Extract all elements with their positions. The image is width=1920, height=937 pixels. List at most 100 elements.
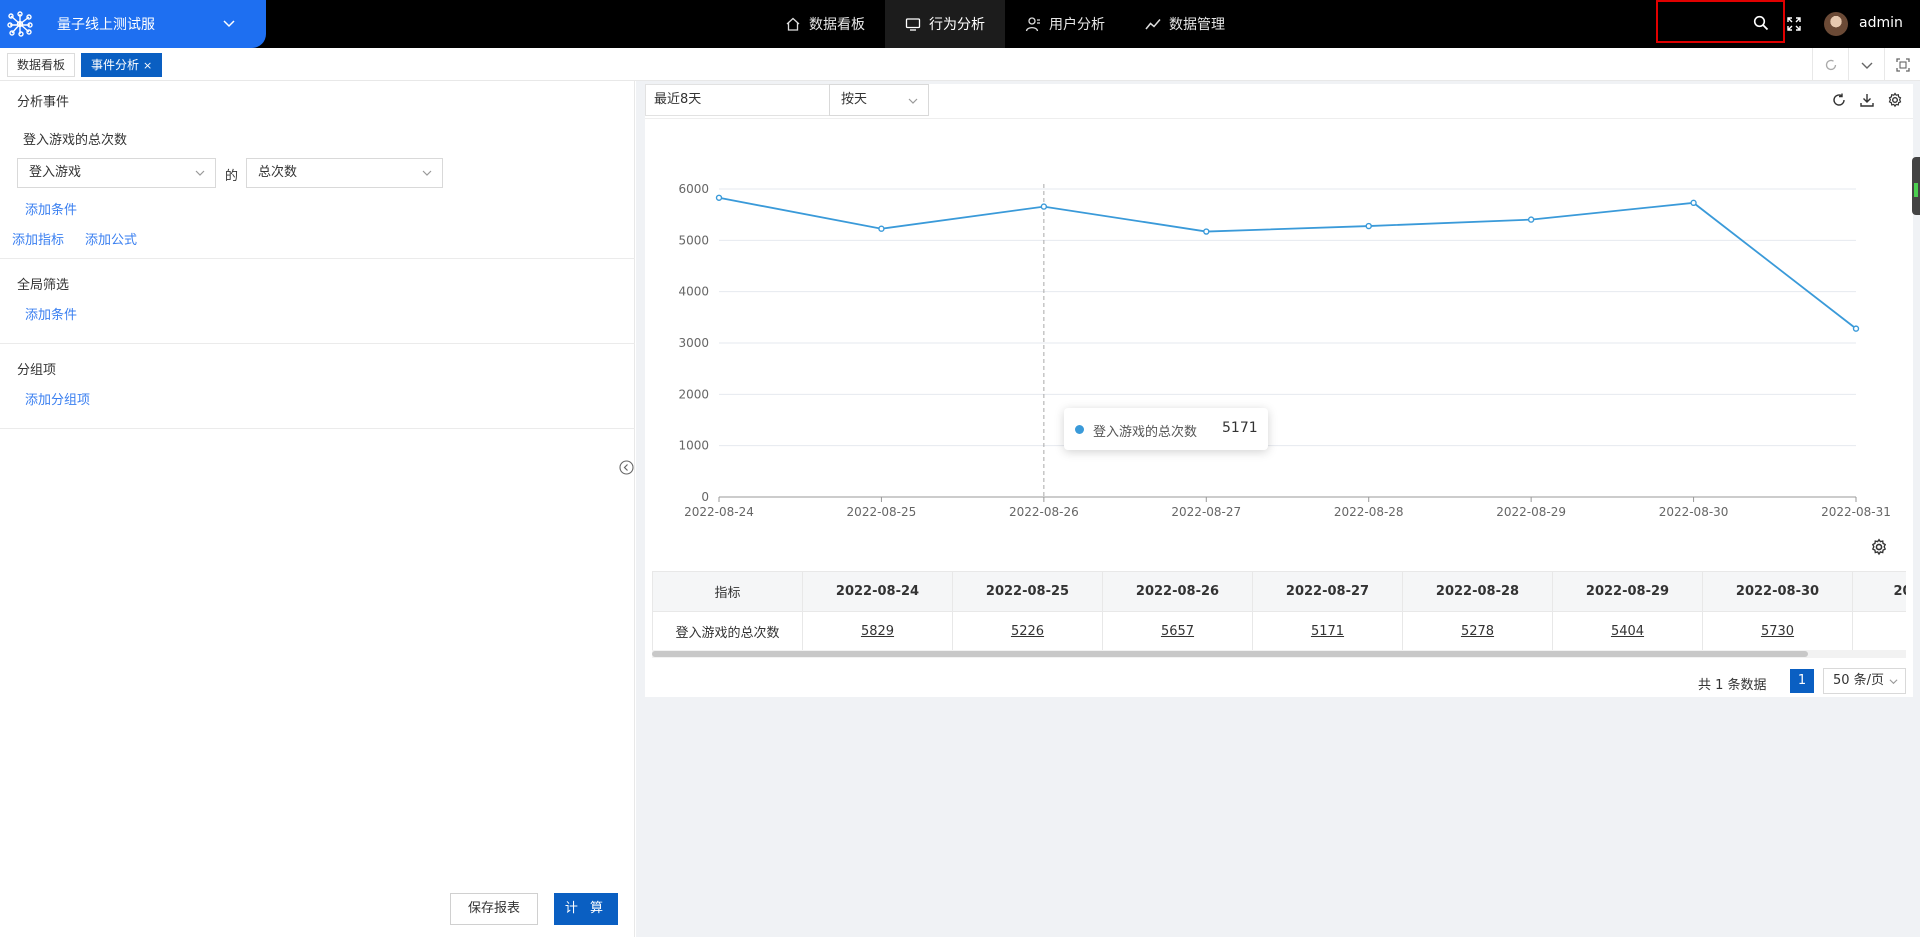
global-add-condition-link[interactable]: 添加条件 bbox=[25, 304, 77, 323]
table-header-date: 2022-08-30 bbox=[1702, 571, 1853, 612]
nav-behavior-analysis[interactable]: 行为分析 bbox=[885, 0, 1005, 48]
y-tick-label: 6000 bbox=[678, 182, 709, 196]
expand-icon bbox=[1895, 57, 1910, 72]
nav-user-analysis[interactable]: 用户分析 bbox=[1005, 0, 1125, 48]
tab-menu-button[interactable] bbox=[1848, 48, 1884, 81]
settings-icon[interactable] bbox=[1887, 92, 1903, 108]
granularity-select[interactable]: 按天 bbox=[829, 84, 929, 116]
data-point bbox=[1527, 216, 1535, 223]
y-tick-label: 3000 bbox=[678, 336, 709, 350]
x-tick-label: 2022-08-27 bbox=[1171, 505, 1241, 519]
x-tick-label: 2022-08-30 bbox=[1659, 505, 1729, 519]
series-line bbox=[718, 196, 1857, 330]
table-cell-link[interactable]: 5278 bbox=[1461, 624, 1494, 639]
table-settings-icon[interactable] bbox=[1870, 538, 1888, 556]
user-name[interactable]: admin bbox=[1859, 15, 1903, 31]
tab-close-icon[interactable]: × bbox=[143, 59, 152, 72]
table-cell-link[interactable]: 5404 bbox=[1611, 624, 1644, 639]
maximize-button[interactable] bbox=[1884, 48, 1920, 81]
table-cell: 5171 bbox=[1252, 611, 1403, 651]
table-header-row: 指标 2022-08-24 2022-08-25 2022-08-26 2022… bbox=[652, 571, 1906, 612]
home-icon bbox=[786, 17, 800, 31]
collapse-panel-icon[interactable] bbox=[619, 460, 634, 475]
refresh-icon bbox=[1825, 59, 1836, 70]
chevron-down-icon[interactable] bbox=[222, 16, 236, 30]
result-area: 最近8天 按天 0 1000 2000 3000 4000 5000 6000 2022-08… bbox=[636, 81, 1920, 937]
table-header-date: 2022-08-24 bbox=[802, 571, 953, 612]
nav-dashboard[interactable]: 数据看板 bbox=[765, 0, 885, 48]
table-cell: 5829 bbox=[802, 611, 953, 651]
nav-behavior-label: 行为分析 bbox=[929, 17, 985, 33]
avatar[interactable] bbox=[1824, 12, 1848, 36]
table-cell-link[interactable]: 5657 bbox=[1161, 624, 1194, 639]
analysis-config-panel: 分析事件 登入游戏的总次数 登入游戏 的 总次数 添加条件 添加指标 添加公式 … bbox=[0, 81, 635, 937]
search-icon[interactable] bbox=[1753, 15, 1769, 31]
measure-select[interactable]: 总次数 bbox=[246, 158, 443, 188]
project-switcher[interactable]: 量子线上测试服 bbox=[0, 0, 266, 48]
global-search[interactable] bbox=[1656, 0, 1785, 43]
date-range-value: 最近8天 bbox=[654, 92, 702, 107]
save-report-button[interactable]: 保存报表 bbox=[450, 893, 538, 925]
add-group-link[interactable]: 添加分组项 bbox=[25, 389, 90, 408]
logo-icon bbox=[7, 11, 33, 37]
add-formula-link[interactable]: 添加公式 bbox=[85, 229, 137, 248]
tooltip-value: 5171 bbox=[1222, 420, 1258, 436]
table-cell-link[interactable]: 5730 bbox=[1761, 624, 1794, 639]
table-cell: 5404 bbox=[1552, 611, 1703, 651]
user-icon bbox=[1025, 17, 1040, 32]
fullscreen-icon[interactable] bbox=[1786, 16, 1802, 32]
add-condition-link[interactable]: 添加条件 bbox=[25, 199, 77, 218]
tab-dashboard[interactable]: 数据看板 bbox=[7, 53, 76, 77]
side-widget-handle[interactable] bbox=[1912, 157, 1920, 215]
y-tick-label: 2000 bbox=[678, 387, 709, 401]
data-point bbox=[878, 225, 885, 232]
table-header-date: 2022-08-25 bbox=[952, 571, 1103, 612]
table-cell: 5226 bbox=[952, 611, 1103, 651]
tab-bar: 数据看板 事件分析 × bbox=[0, 48, 1920, 81]
pager-page-1[interactable]: 1 bbox=[1790, 669, 1814, 693]
x-tick-label: 2022-08-29 bbox=[1496, 505, 1566, 519]
group-section: 分组项 添加分组项 bbox=[0, 344, 635, 429]
tab-event-analysis-label: 事件分析 bbox=[91, 58, 140, 72]
calculate-button[interactable]: 计 算 bbox=[554, 893, 618, 925]
table-cell: 5730 bbox=[1702, 611, 1853, 651]
y-tick-label: 4000 bbox=[678, 285, 709, 299]
x-tick-label: 2022-08-25 bbox=[847, 505, 917, 519]
refresh-tab-button[interactable] bbox=[1812, 48, 1848, 81]
chevron-down-icon bbox=[422, 170, 432, 176]
tab-dashboard-label: 数据看板 bbox=[17, 58, 66, 72]
section-title-group: 分组项 bbox=[17, 363, 57, 378]
event-select-value: 登入游戏 bbox=[29, 165, 82, 180]
section-title-events: 分析事件 bbox=[17, 95, 70, 110]
main-nav: 数据看板 行为分析 用户分析 数据管理 bbox=[765, 0, 1245, 48]
table-cell-link[interactable]: 5226 bbox=[1011, 624, 1044, 639]
data-point bbox=[1690, 199, 1697, 207]
table-scrollbar-thumb[interactable] bbox=[652, 651, 1808, 657]
refresh-icon[interactable] bbox=[1831, 92, 1847, 108]
nav-user-label: 用户分析 bbox=[1049, 17, 1105, 33]
add-metric-link[interactable]: 添加指标 bbox=[12, 229, 64, 248]
x-tick-label: 2022-08-26 bbox=[1009, 505, 1079, 519]
date-range-picker[interactable]: 最近8天 bbox=[645, 84, 829, 116]
download-icon[interactable] bbox=[1859, 92, 1875, 108]
data-point bbox=[715, 194, 723, 201]
page-size-select[interactable]: 50 条/页 bbox=[1823, 668, 1906, 694]
event-select[interactable]: 登入游戏 bbox=[17, 158, 216, 188]
table-header-date: 20 bbox=[1852, 571, 1906, 612]
table-cell-link[interactable]: 5829 bbox=[861, 624, 894, 639]
y-tick-label: 0 bbox=[701, 490, 709, 504]
monitor-icon bbox=[905, 18, 921, 31]
table-cell-metric: 登入游戏的总次数 bbox=[652, 611, 803, 651]
table-cell-link[interactable]: 5171 bbox=[1311, 624, 1344, 639]
granularity-value: 按天 bbox=[841, 92, 868, 107]
pager-total: 共 1 条数据 bbox=[1698, 678, 1767, 693]
tab-event-analysis[interactable]: 事件分析 × bbox=[81, 53, 163, 77]
chart-tools bbox=[1831, 92, 1903, 108]
global-filter-section: 全局筛选 添加条件 bbox=[0, 259, 635, 344]
trend-icon bbox=[1145, 19, 1161, 30]
table-cell: 5657 bbox=[1102, 611, 1253, 651]
metric-name[interactable]: 登入游戏的总次数 bbox=[23, 129, 127, 148]
table-header-metric: 指标 bbox=[652, 571, 803, 612]
nav-data-management[interactable]: 数据管理 bbox=[1125, 0, 1245, 48]
chevron-down-icon bbox=[1861, 62, 1872, 69]
